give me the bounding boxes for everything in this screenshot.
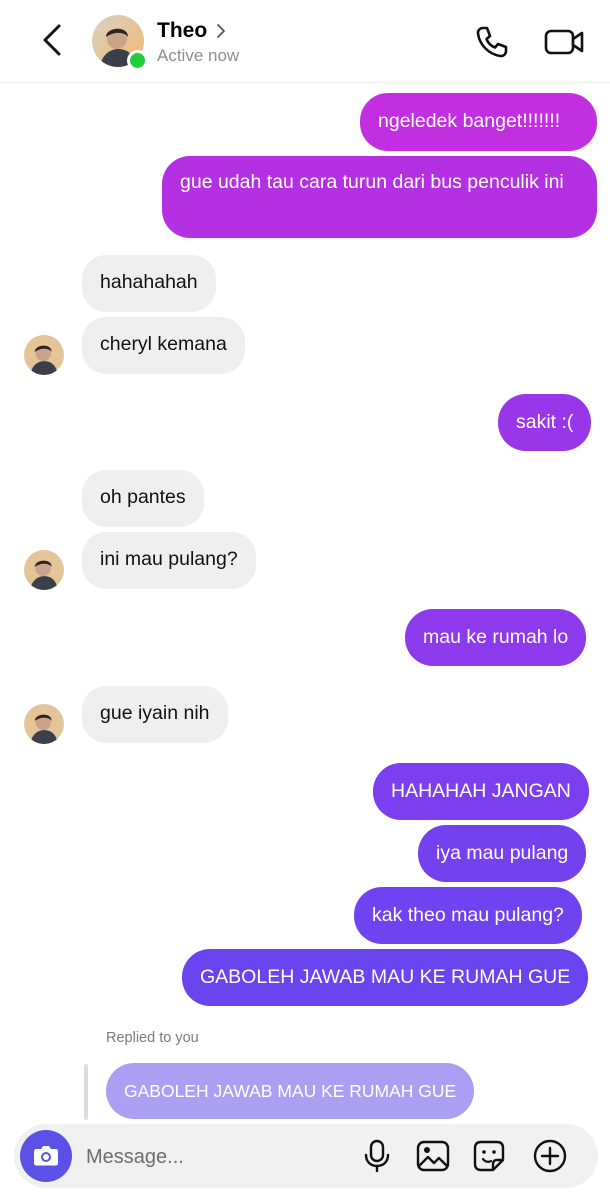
active-status: Active now [157, 46, 240, 65]
outgoing-message[interactable]: gue udah tau cara turun dari bus penculi… [162, 156, 597, 238]
back-arrow-icon[interactable] [34, 20, 74, 60]
contact-name: Theo [157, 19, 208, 42]
outgoing-message[interactable]: sakit :( [498, 394, 592, 451]
outgoing-message[interactable]: HAHAHAH JANGAN [373, 763, 589, 820]
sticker-icon[interactable] [471, 1138, 507, 1174]
outgoing-message[interactable]: ngeledek banget!!!!!!! [360, 93, 597, 151]
contact-name-link[interactable]: Theo [157, 18, 227, 44]
contact-avatar-small[interactable] [24, 335, 64, 375]
camera-button[interactable] [20, 1130, 72, 1182]
reply-indicator-bar [84, 1064, 88, 1120]
incoming-message[interactable]: cheryl kemana [82, 317, 245, 374]
outgoing-message[interactable]: iya mau pulang [418, 825, 587, 882]
message-input[interactable] [84, 1136, 328, 1178]
camera-icon [34, 1146, 58, 1166]
chat-header: Theo Active now [0, 0, 610, 83]
incoming-message[interactable]: hahahahah [82, 255, 216, 312]
plus-circle-icon[interactable] [532, 1138, 568, 1174]
incoming-message[interactable]: gue iyain nih [82, 686, 228, 743]
replied-label: Replied to you [106, 1030, 199, 1046]
message-composer [14, 1124, 598, 1188]
video-camera-icon[interactable] [542, 22, 586, 62]
incoming-message[interactable]: oh pantes [82, 470, 204, 527]
contact-avatar-small[interactable] [24, 704, 64, 744]
outgoing-message[interactable]: kak theo mau pulang? [354, 887, 582, 944]
phone-icon[interactable] [472, 22, 512, 62]
outgoing-message[interactable]: mau ke rumah lo [405, 609, 587, 666]
quoted-message[interactable]: GABOLEH JAWAB MAU KE RUMAH GUE [106, 1063, 475, 1119]
gallery-icon[interactable] [415, 1138, 451, 1174]
chevron-right-icon [217, 24, 226, 38]
microphone-icon[interactable] [359, 1138, 395, 1174]
outgoing-message[interactable]: GABOLEH JAWAB MAU KE RUMAH GUE [182, 949, 589, 1006]
incoming-message[interactable]: ini mau pulang? [82, 532, 256, 589]
contact-avatar-small[interactable] [24, 550, 64, 590]
online-status-dot [127, 50, 148, 71]
